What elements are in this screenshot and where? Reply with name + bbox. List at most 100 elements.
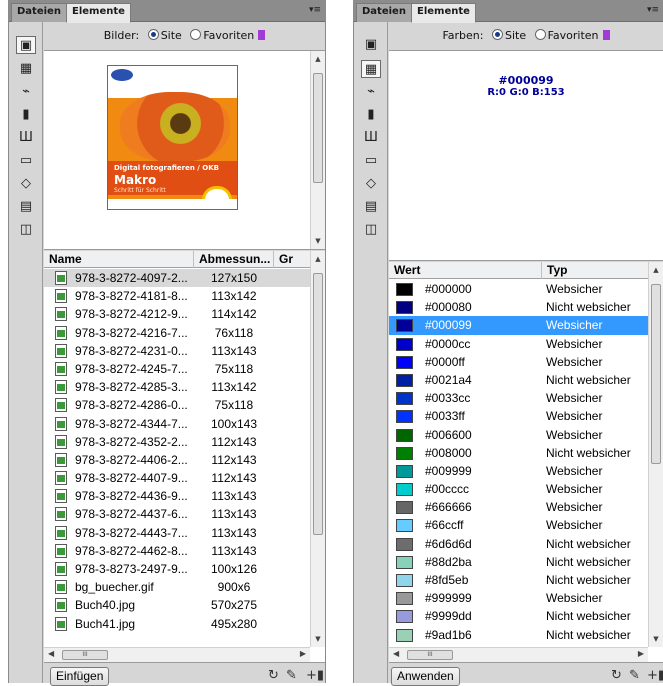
tab-dateien[interactable]: Dateien: [356, 3, 412, 22]
table-row[interactable]: #66ccff Websicher: [389, 516, 648, 534]
scripts-icon[interactable]: ◇: [16, 175, 36, 193]
table-row[interactable]: #0021a4 Nicht websicher: [389, 371, 648, 389]
scroll-thumb[interactable]: [651, 284, 661, 464]
site-radio[interactable]: [147, 29, 159, 40]
table-row[interactable]: 978-3-8272-4443-7... 113x143: [44, 524, 310, 542]
table-row[interactable]: #009999 Websicher: [389, 462, 648, 480]
table-row[interactable]: #0000cc Websicher: [389, 335, 648, 353]
table-row[interactable]: 978-3-8272-4436-9... 113x143: [44, 487, 310, 505]
templates-icon[interactable]: ▤: [361, 198, 381, 216]
list-vscrollbar[interactable]: ▲ ▼: [648, 262, 663, 647]
scroll-down-icon[interactable]: ▼: [311, 635, 325, 643]
library-icon[interactable]: ◫: [16, 221, 36, 239]
table-row[interactable]: 978-3-8272-4097-2... 127x150: [44, 269, 310, 288]
urls-icon[interactable]: ⌁: [361, 83, 381, 101]
table-row[interactable]: 978-3-8272-4462-8... 113x143: [44, 542, 310, 560]
table-row[interactable]: #88d2ba Nicht websicher: [389, 553, 648, 571]
table-row[interactable]: Buch40.jpg 570x275: [44, 596, 310, 614]
table-row[interactable]: 978-3-8272-4437-6... 113x143: [44, 505, 310, 523]
panel-menu-icon[interactable]: ▾≡: [647, 5, 659, 15]
column-name[interactable]: Name: [44, 251, 194, 268]
table-row[interactable]: 978-3-8272-4231-0... 113x143: [44, 342, 310, 360]
scroll-thumb[interactable]: [313, 73, 323, 183]
table-row[interactable]: #000099 Websicher: [389, 316, 648, 335]
apply-button[interactable]: Anwenden: [391, 667, 460, 686]
scroll-right-icon[interactable]: ▶: [300, 649, 306, 658]
table-row[interactable]: 978-3-8272-4245-7... 75x118: [44, 360, 310, 378]
movies-icon[interactable]: ▭: [16, 152, 36, 170]
column-value[interactable]: Wert: [389, 262, 542, 279]
scroll-up-icon[interactable]: ▲: [311, 255, 325, 263]
table-row[interactable]: #006600 Websicher: [389, 426, 648, 444]
column-type[interactable]: Typ: [542, 262, 652, 279]
table-row[interactable]: 978-3-8272-4285-3... 113x142: [44, 378, 310, 396]
list-hscrollbar[interactable]: ◀ III ▶: [44, 647, 310, 662]
table-row[interactable]: 978-3-8272-4286-0... 75x118: [44, 396, 310, 414]
table-row[interactable]: #0000ff Websicher: [389, 353, 648, 371]
table-row[interactable]: 978-3-8272-4344-7... 100x143: [44, 415, 310, 433]
edit-icon[interactable]: ✎: [629, 668, 640, 683]
scripts-icon[interactable]: ◇: [361, 175, 381, 193]
images-icon[interactable]: ▣: [361, 36, 381, 54]
column-size[interactable]: Gr: [274, 251, 312, 268]
list-hscrollbar[interactable]: ◀ III ▶: [389, 647, 648, 662]
favorites-radio-label[interactable]: Favoriten: [548, 29, 599, 42]
site-radio-label[interactable]: Site: [505, 29, 526, 42]
flash-icon[interactable]: ▮: [16, 106, 36, 124]
list-vscrollbar[interactable]: ▲ ▼: [310, 251, 325, 647]
refresh-icon[interactable]: ↻: [268, 668, 279, 683]
site-radio[interactable]: [491, 29, 503, 40]
table-row[interactable]: #9ad1b6 Nicht websicher: [389, 626, 648, 644]
scroll-down-icon[interactable]: ▼: [649, 635, 663, 643]
table-row[interactable]: #000080 Nicht websicher: [389, 298, 648, 316]
table-row[interactable]: Buch41.jpg 495x280: [44, 615, 310, 633]
table-row[interactable]: 978-3-8272-4352-2... 112x143: [44, 433, 310, 451]
table-row[interactable]: #000000 Websicher: [389, 280, 648, 298]
colors-icon[interactable]: ▦: [361, 60, 381, 78]
table-row[interactable]: 978-3-8272-4216-7... 76x118: [44, 324, 310, 342]
urls-icon[interactable]: ⌁: [16, 83, 36, 101]
table-row[interactable]: bg_buecher.gif 900x6: [44, 578, 310, 596]
table-row[interactable]: #6d6d6d Nicht websicher: [389, 535, 648, 553]
scroll-up-icon[interactable]: ▲: [311, 55, 325, 63]
tab-elemente[interactable]: Elemente: [66, 3, 131, 23]
favorites-radio[interactable]: [534, 29, 546, 40]
table-row[interactable]: 978-3-8272-4212-9... 114x142: [44, 305, 310, 323]
scroll-up-icon[interactable]: ▲: [649, 266, 663, 274]
table-row[interactable]: #8fd5eb Nicht websicher: [389, 571, 648, 589]
table-row[interactable]: #00cccc Websicher: [389, 480, 648, 498]
site-radio-label[interactable]: Site: [161, 29, 182, 42]
table-row[interactable]: 978-3-8272-4407-9... 112x143: [44, 469, 310, 487]
shockwave-icon[interactable]: Ш: [361, 129, 381, 147]
table-row[interactable]: #0033ff Websicher: [389, 407, 648, 425]
preview-scrollbar[interactable]: ▲ ▼: [310, 51, 325, 249]
refresh-icon[interactable]: ↻: [611, 668, 622, 683]
table-row[interactable]: 978-3-8272-4406-2... 112x143: [44, 451, 310, 469]
scroll-right-icon[interactable]: ▶: [638, 649, 644, 658]
add-to-favorites-icon[interactable]: +▮: [306, 668, 324, 683]
flash-icon[interactable]: ▮: [361, 106, 381, 124]
column-dimensions[interactable]: Abmessun...: [194, 251, 274, 268]
library-icon[interactable]: ◫: [361, 221, 381, 239]
scroll-left-icon[interactable]: ◀: [393, 649, 399, 658]
scroll-down-icon[interactable]: ▼: [311, 237, 325, 245]
table-row[interactable]: #9999dd Nicht websicher: [389, 607, 648, 625]
hscroll-thumb[interactable]: III: [62, 650, 108, 660]
table-row[interactable]: #666666 Websicher: [389, 498, 648, 516]
tab-elemente[interactable]: Elemente: [411, 3, 476, 23]
scroll-left-icon[interactable]: ◀: [48, 649, 54, 658]
colors-icon[interactable]: ▦: [16, 60, 36, 78]
insert-button[interactable]: Einfügen: [50, 667, 110, 686]
favorites-radio[interactable]: [190, 29, 202, 40]
table-row[interactable]: #999999 Websicher: [389, 589, 648, 607]
favorites-radio-label[interactable]: Favoriten: [203, 29, 254, 42]
scroll-thumb[interactable]: [313, 273, 323, 535]
movies-icon[interactable]: ▭: [361, 152, 381, 170]
hscroll-thumb[interactable]: III: [407, 650, 453, 660]
table-row[interactable]: #0033cc Websicher: [389, 389, 648, 407]
edit-icon[interactable]: ✎: [286, 668, 297, 683]
tab-dateien[interactable]: Dateien: [11, 3, 67, 22]
table-row[interactable]: #008000 Nicht websicher: [389, 444, 648, 462]
panel-menu-icon[interactable]: ▾≡: [309, 5, 321, 15]
table-row[interactable]: 978-3-8272-4181-8... 113x142: [44, 287, 310, 305]
